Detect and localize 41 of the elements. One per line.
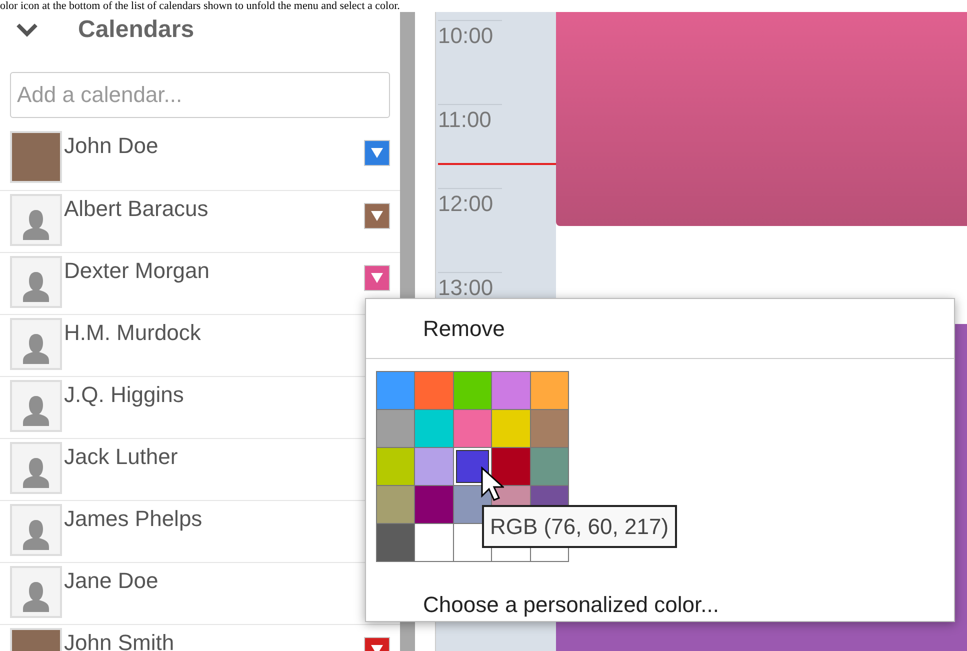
color-swatch[interactable] [492,448,530,485]
color-swatch[interactable] [492,410,530,447]
color-swatch[interactable] [454,448,492,485]
color-swatch[interactable] [415,448,453,485]
color-swatch[interactable] [530,410,568,447]
color-swatch[interactable] [377,486,414,523]
color-tooltip: RGB (76, 60, 217) [482,505,677,548]
photo-placeholder [10,131,62,183]
hour-label: 12:00 [438,188,502,219]
calendar-name[interactable]: Dexter Morgan [64,256,364,286]
hour-label: 11:00 [438,104,502,135]
color-swatch[interactable] [377,410,414,447]
calendar-name[interactable]: Albert Baracus [64,194,364,224]
menu-item[interactable]: Remove [366,299,954,359]
caret-icon [371,273,383,283]
color-menu-button[interactable] [364,140,390,166]
color-menu-button[interactable] [364,203,390,229]
color-swatch[interactable] [377,372,414,409]
calendar-name[interactable]: John Doe [64,131,364,161]
caret-icon [371,148,383,158]
caption-text: olor icon at the bottom of the list of calendars shown to unfold the menu and select a color. [0,0,400,12]
mouse-pointer-icon [480,466,504,502]
personalized-color-link[interactable]: Choose a personalized color... [366,588,719,621]
color-swatch[interactable] [415,524,453,561]
color-swatch[interactable] [415,486,453,523]
color-swatch[interactable] [377,524,414,561]
color-menu-button[interactable] [364,265,390,291]
color-swatch[interactable] [530,372,568,409]
color-swatch[interactable] [492,372,530,409]
sidebar-title: Calendars [78,15,194,45]
color-swatch[interactable] [415,372,453,409]
add-calendar-field[interactable]: Add a calendar... [10,72,390,118]
calendar-name[interactable]: John Smith [64,628,364,651]
hour-label: 10:00 [438,20,502,51]
color-swatch[interactable] [377,448,414,485]
color-swatch[interactable] [415,410,453,447]
color-swatch[interactable] [530,448,568,485]
color-swatch[interactable] [454,372,492,409]
event-block[interactable] [556,12,967,226]
color-swatch[interactable] [454,410,492,447]
caret-icon [371,211,383,221]
